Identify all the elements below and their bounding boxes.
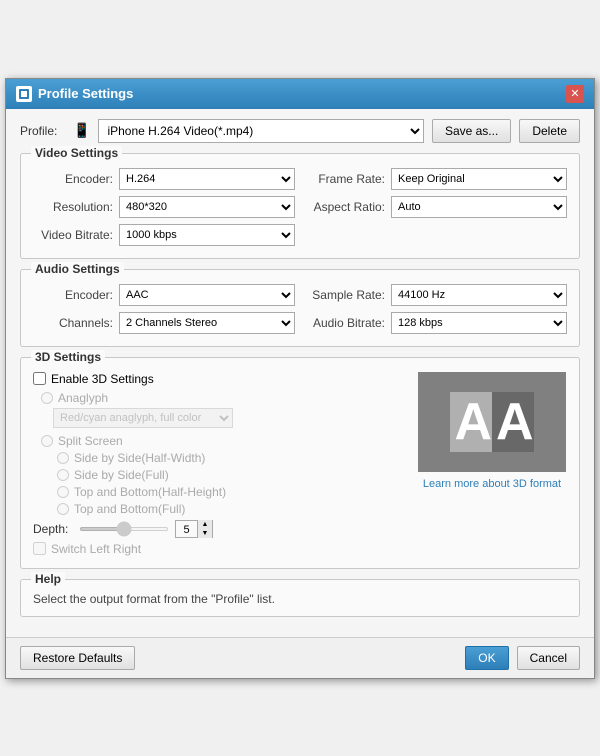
split-screen-radio[interactable] (41, 435, 53, 447)
title-bar-left: Profile Settings (16, 86, 133, 102)
resolution-select[interactable]: 480*320 (119, 196, 295, 218)
anaglyph-row: Anaglyph (33, 391, 407, 405)
top-bottom-half-label: Top and Bottom(Half-Height) (74, 485, 226, 499)
switch-left-right-label: Switch Left Right (51, 542, 141, 556)
cancel-button[interactable]: Cancel (517, 646, 580, 670)
top-bottom-full-radio[interactable] (57, 503, 69, 515)
help-section: Help Select the output format from the "… (20, 579, 580, 617)
frame-rate-row: Frame Rate: Keep Original (305, 168, 567, 190)
depth-spinner-buttons: ▲ ▼ (198, 520, 212, 538)
resolution-row: Resolution: 480*320 (33, 196, 295, 218)
audio-bitrate-label: Audio Bitrate: (305, 316, 385, 330)
anaglyph-select-row: Red/cyan anaglyph, full color (33, 408, 407, 428)
encoder-row: Encoder: H.264 (33, 168, 295, 190)
audio-settings-section: Audio Settings Encoder: AAC Sample Rate:… (20, 269, 580, 347)
depth-row: Depth: 5 ▲ ▼ (33, 520, 407, 538)
audio-encoder-row: Encoder: AAC (33, 284, 295, 306)
anaglyph-type-select[interactable]: Red/cyan anaglyph, full color (53, 408, 233, 428)
settings-3d-section: 3D Settings Enable 3D Settings Anaglyph (20, 357, 580, 569)
frame-rate-select[interactable]: Keep Original (391, 168, 567, 190)
video-bitrate-row: Video Bitrate: 1000 kbps (33, 224, 295, 246)
dialog-title: Profile Settings (38, 86, 133, 101)
depth-down-button[interactable]: ▼ (198, 529, 212, 538)
enable-3d-label: Enable 3D Settings (51, 372, 154, 386)
settings-3d-left: Enable 3D Settings Anaglyph Red/cyan ana… (33, 372, 407, 556)
depth-slider[interactable] (79, 527, 169, 531)
enable-3d-checkbox[interactable] (33, 372, 46, 385)
profile-row: Profile: 📱 iPhone H.264 Video(*.mp4) Sav… (20, 119, 580, 143)
depth-up-button[interactable]: ▲ (198, 520, 212, 529)
audio-encoder-label: Encoder: (33, 288, 113, 302)
side-by-side-full-row: Side by Side(Full) (33, 468, 407, 482)
side-by-side-full-label: Side by Side(Full) (74, 468, 169, 482)
channels-row: Channels: 2 Channels Stereo (33, 312, 295, 334)
side-by-side-half-label: Side by Side(Half-Width) (74, 451, 205, 465)
phone-icon: 📱 (73, 122, 90, 139)
footer-right-buttons: OK Cancel (465, 646, 580, 670)
split-screen-row: Split Screen (33, 434, 407, 448)
side-by-side-half-row: Side by Side(Half-Width) (33, 451, 407, 465)
anaglyph-label: Anaglyph (58, 391, 108, 405)
channels-label: Channels: (33, 316, 113, 330)
enable-3d-row: Enable 3D Settings (33, 372, 407, 386)
learn-more-link[interactable]: Learn more about 3D format (423, 478, 561, 490)
sample-rate-select[interactable]: 44100 Hz (391, 284, 567, 306)
depth-spinner: 5 ▲ ▼ (175, 520, 213, 538)
close-button[interactable]: ✕ (566, 85, 584, 103)
ok-button[interactable]: OK (465, 646, 508, 670)
side-by-side-full-radio[interactable] (57, 469, 69, 481)
profile-label: Profile: (20, 124, 65, 138)
aa-left: A (450, 392, 492, 452)
profile-settings-dialog: Profile Settings ✕ Profile: 📱 iPhone H.2… (5, 78, 595, 679)
settings-3d-right: A A Learn more about 3D format (417, 372, 567, 556)
encoder-select[interactable]: H.264 (119, 168, 295, 190)
help-title: Help (31, 572, 65, 586)
app-icon (16, 86, 32, 102)
side-by-side-half-radio[interactable] (57, 452, 69, 464)
settings-3d-title: 3D Settings (31, 350, 105, 364)
aspect-ratio-label: Aspect Ratio: (305, 200, 385, 214)
split-screen-label: Split Screen (58, 434, 123, 448)
top-bottom-full-row: Top and Bottom(Full) (33, 502, 407, 516)
aa-text: A A (450, 392, 533, 452)
frame-rate-label: Frame Rate: (305, 172, 385, 186)
video-settings-grid: Encoder: H.264 Frame Rate: Keep Original… (33, 168, 567, 246)
title-bar: Profile Settings ✕ (6, 79, 594, 109)
channels-select[interactable]: 2 Channels Stereo (119, 312, 295, 334)
aspect-ratio-row: Aspect Ratio: Auto (305, 196, 567, 218)
video-settings-section: Video Settings Encoder: H.264 Frame Rate… (20, 153, 580, 259)
encoder-label: Encoder: (33, 172, 113, 186)
sample-rate-label: Sample Rate: (305, 288, 385, 302)
switch-left-right-checkbox[interactable] (33, 542, 46, 555)
depth-value: 5 (176, 521, 198, 537)
restore-defaults-button[interactable]: Restore Defaults (20, 646, 135, 670)
top-bottom-full-label: Top and Bottom(Full) (74, 502, 185, 516)
audio-encoder-select[interactable]: AAC (119, 284, 295, 306)
profile-select[interactable]: iPhone H.264 Video(*.mp4) (98, 119, 424, 143)
aa-preview: A A (418, 372, 566, 472)
delete-button[interactable]: Delete (519, 119, 580, 143)
save-as-button[interactable]: Save as... (432, 119, 511, 143)
help-text: Select the output format from the "Profi… (33, 592, 567, 606)
audio-settings-title: Audio Settings (31, 262, 124, 276)
audio-bitrate-select[interactable]: 128 kbps (391, 312, 567, 334)
top-bottom-half-row: Top and Bottom(Half-Height) (33, 485, 407, 499)
dialog-body: Profile: 📱 iPhone H.264 Video(*.mp4) Sav… (6, 109, 594, 637)
aspect-ratio-select[interactable]: Auto (391, 196, 567, 218)
video-bitrate-label: Video Bitrate: (33, 228, 113, 242)
anaglyph-radio[interactable] (41, 392, 53, 404)
sample-rate-row: Sample Rate: 44100 Hz (305, 284, 567, 306)
settings-3d-content: Enable 3D Settings Anaglyph Red/cyan ana… (33, 372, 567, 556)
audio-settings-grid: Encoder: AAC Sample Rate: 44100 Hz Chann… (33, 284, 567, 334)
depth-label: Depth: (33, 522, 73, 536)
top-bottom-half-radio[interactable] (57, 486, 69, 498)
aa-right: A (492, 392, 534, 452)
video-bitrate-select[interactable]: 1000 kbps (119, 224, 295, 246)
dialog-footer: Restore Defaults OK Cancel (6, 637, 594, 678)
video-settings-title: Video Settings (31, 146, 122, 160)
switch-row: Switch Left Right (33, 542, 407, 556)
resolution-label: Resolution: (33, 200, 113, 214)
audio-bitrate-row: Audio Bitrate: 128 kbps (305, 312, 567, 334)
